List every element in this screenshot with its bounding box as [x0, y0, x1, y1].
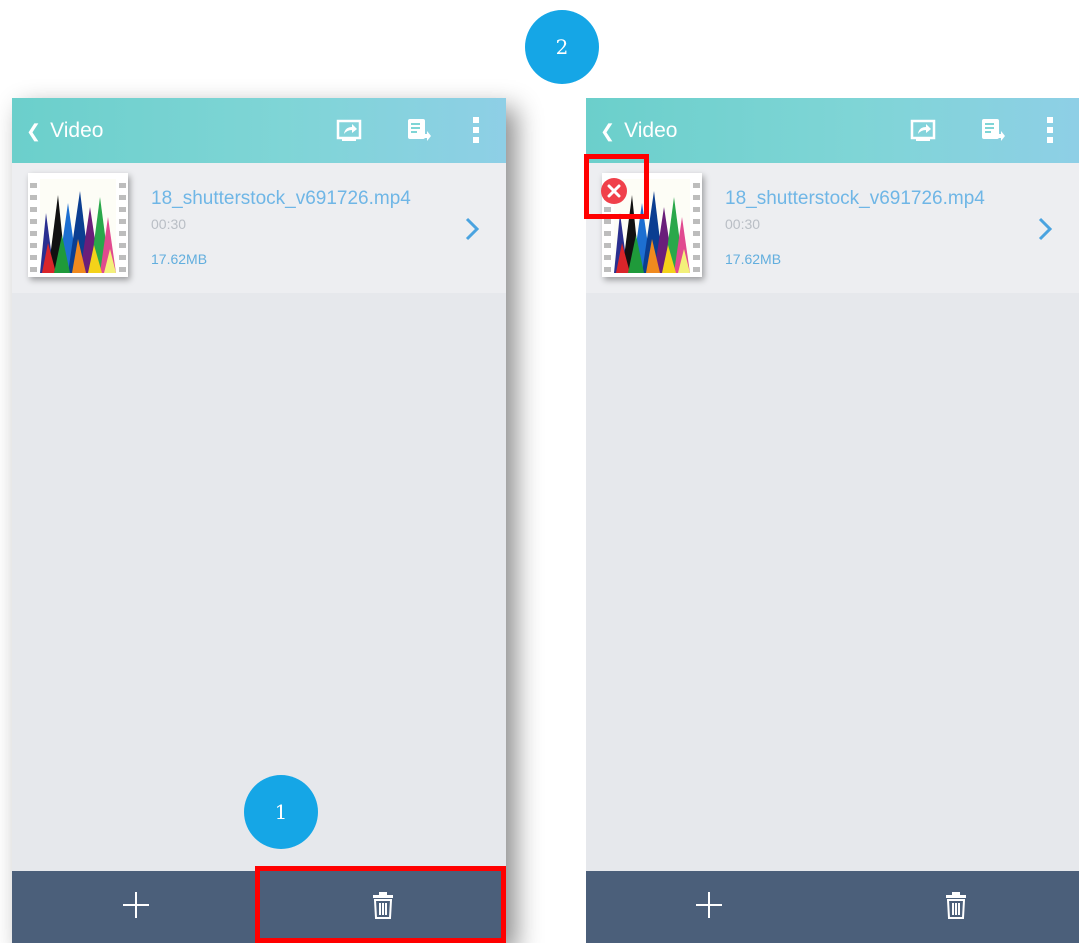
file-duration: 00:30: [151, 216, 187, 232]
chevron-left-icon: ❮: [26, 121, 42, 141]
file-size: 17.62MB: [151, 251, 208, 267]
highlight-delete-button: [255, 866, 506, 943]
file-size: 17.62MB: [725, 251, 782, 267]
screen-title: Video: [50, 119, 104, 142]
top-bar: ❮ Video: [12, 98, 506, 163]
delete-button[interactable]: [833, 871, 1079, 943]
top-bar: ❮ Video: [586, 98, 1079, 163]
document-export-icon[interactable]: [404, 116, 432, 144]
back-button[interactable]: ❮ Video: [26, 116, 103, 146]
step-badge-2: 2: [525, 10, 599, 84]
back-button[interactable]: ❮ Video: [600, 116, 677, 146]
step-badge-1: 1: [244, 775, 318, 849]
screen-title: Video: [624, 119, 678, 142]
file-name: 18_shutterstock_v691726.mp4: [151, 188, 411, 209]
chevron-left-icon: ❮: [600, 121, 616, 141]
video-list-item[interactable]: 18_shutterstock_v691726.mp4 00:30 17.62M…: [586, 163, 1079, 293]
plus-icon: [694, 890, 724, 925]
chevron-right-icon[interactable]: [464, 217, 480, 241]
bottom-toolbar: [586, 871, 1079, 943]
screen-share-icon[interactable]: [335, 116, 363, 144]
chevron-right-icon[interactable]: [1037, 217, 1053, 241]
file-duration: 00:30: [725, 216, 761, 232]
more-vertical-icon[interactable]: [462, 116, 490, 144]
screen-after: ❮ Video 18_shutterstock_v691726.mp4 00:3…: [586, 98, 1079, 943]
document-export-icon[interactable]: [978, 116, 1006, 144]
add-button[interactable]: [586, 871, 833, 943]
video-thumbnail: [28, 173, 128, 277]
file-name: 18_shutterstock_v691726.mp4: [725, 188, 985, 209]
screen-share-icon[interactable]: [909, 116, 937, 144]
video-list-item[interactable]: 18_shutterstock_v691726.mp4 00:30 17.62M…: [12, 163, 506, 293]
more-vertical-icon[interactable]: [1036, 116, 1064, 144]
trash-icon: [945, 891, 967, 924]
add-button[interactable]: [12, 871, 259, 943]
plus-icon: [121, 890, 151, 925]
highlight-remove-badge: [584, 154, 649, 219]
